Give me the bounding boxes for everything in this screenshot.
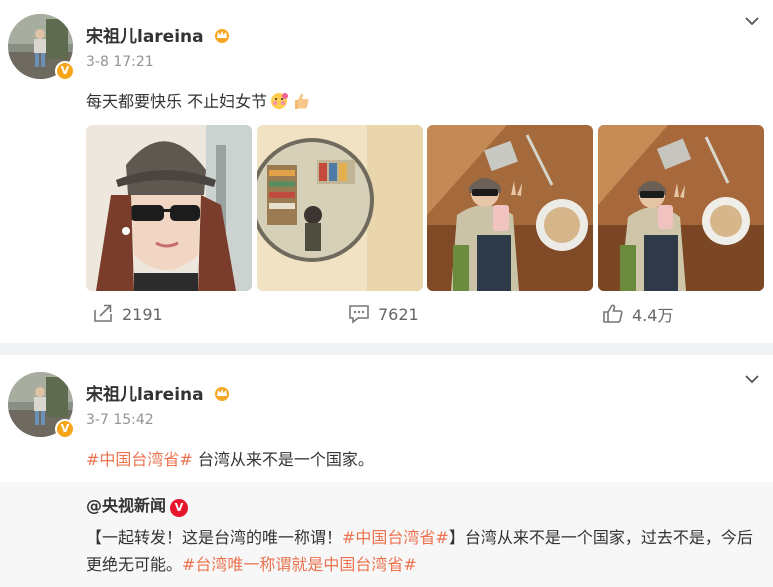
post-image-2[interactable] <box>257 125 423 291</box>
topic-tag[interactable]: #中国台湾省# <box>86 450 193 469</box>
username[interactable]: 宋祖儿lareina <box>86 380 231 405</box>
avatar[interactable]: V <box>8 372 75 439</box>
comment-count: 7621 <box>378 305 419 324</box>
verified-badge: V <box>55 61 75 81</box>
weibo-post-1: V 宋祖儿lareina 3-8 17:21 每天都要快乐 不止妇女节 2191… <box>0 0 773 343</box>
post-image-1[interactable] <box>86 125 252 291</box>
repost-count: 2191 <box>122 305 163 324</box>
topic-tag[interactable]: #台湾唯一称谓就是中国台湾省# <box>182 555 417 574</box>
crown-icon <box>214 387 229 401</box>
flower-face-emoji-icon <box>271 93 289 109</box>
post-image-4[interactable] <box>598 125 764 291</box>
post-text: #中国台湾省# 台湾从来不是一个国家。 <box>86 450 374 469</box>
post-timestamp[interactable]: 3-8 17:21 <box>86 54 154 70</box>
username[interactable]: 宋祖儿lareina <box>86 22 231 47</box>
chevron-down-icon[interactable] <box>743 370 761 388</box>
chevron-down-icon[interactable] <box>743 12 761 30</box>
share-icon <box>94 304 112 322</box>
repost-text: 【一起转发！这是台湾的唯一称谓！#中国台湾省#】台湾从来不是一个国家，过去不是，… <box>86 528 753 574</box>
repost-author[interactable]: @央视新闻 V <box>86 492 189 517</box>
post-timestamp[interactable]: 3-7 15:42 <box>86 412 154 428</box>
thumbs-up-icon <box>603 304 623 323</box>
reposted-content[interactable]: @央视新闻 V 【一起转发！这是台湾的唯一称谓！#中国台湾省#】台湾从来不是一个国… <box>0 482 773 587</box>
avatar[interactable]: V <box>8 14 75 81</box>
crown-icon <box>214 29 229 43</box>
topic-tag[interactable]: #中国台湾省# <box>342 528 449 547</box>
comment-button[interactable]: 7621 <box>348 302 419 324</box>
post-image-3[interactable] <box>427 125 593 291</box>
post-divider <box>0 343 773 355</box>
verified-badge-red: V <box>170 499 189 517</box>
like-button[interactable]: 4.4万 <box>602 302 673 326</box>
thumbs-up-emoji-icon <box>295 93 309 109</box>
comment-icon <box>349 305 369 324</box>
verified-badge: V <box>55 419 75 439</box>
repost-button[interactable]: 2191 <box>92 302 163 324</box>
post-text: 每天都要快乐 不止妇女节 <box>86 88 311 112</box>
like-count: 4.4万 <box>632 306 674 325</box>
